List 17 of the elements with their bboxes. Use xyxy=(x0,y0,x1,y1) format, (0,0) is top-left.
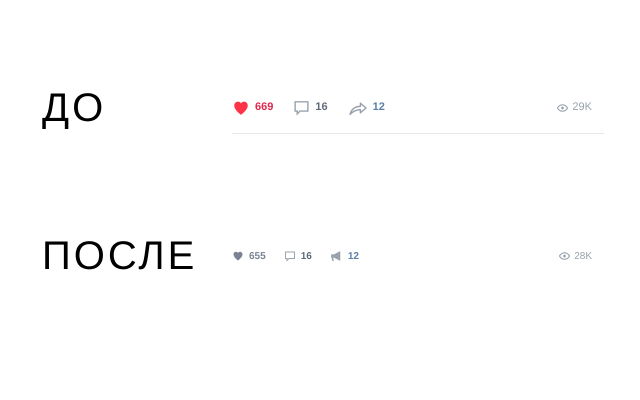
speech-bubble-icon xyxy=(293,99,310,116)
heart-icon xyxy=(232,98,250,116)
eye-icon xyxy=(559,252,570,260)
like-button[interactable]: 669 xyxy=(232,98,274,116)
section-label: ДО xyxy=(41,88,108,128)
comment-button[interactable]: 16 xyxy=(293,99,328,116)
eye-icon xyxy=(557,104,568,112)
share-button[interactable]: 12 xyxy=(348,99,385,116)
megaphone-icon xyxy=(330,250,343,262)
comment-button[interactable]: 16 xyxy=(284,248,312,264)
view-count: 28K xyxy=(559,248,592,264)
view-count: 29K xyxy=(557,99,592,116)
heart-icon xyxy=(232,250,244,262)
arrow-icon xyxy=(348,100,368,116)
share-button[interactable]: 12 xyxy=(330,248,359,264)
like-button[interactable]: 655 xyxy=(232,248,266,264)
speech-bubble-icon xyxy=(284,250,296,262)
